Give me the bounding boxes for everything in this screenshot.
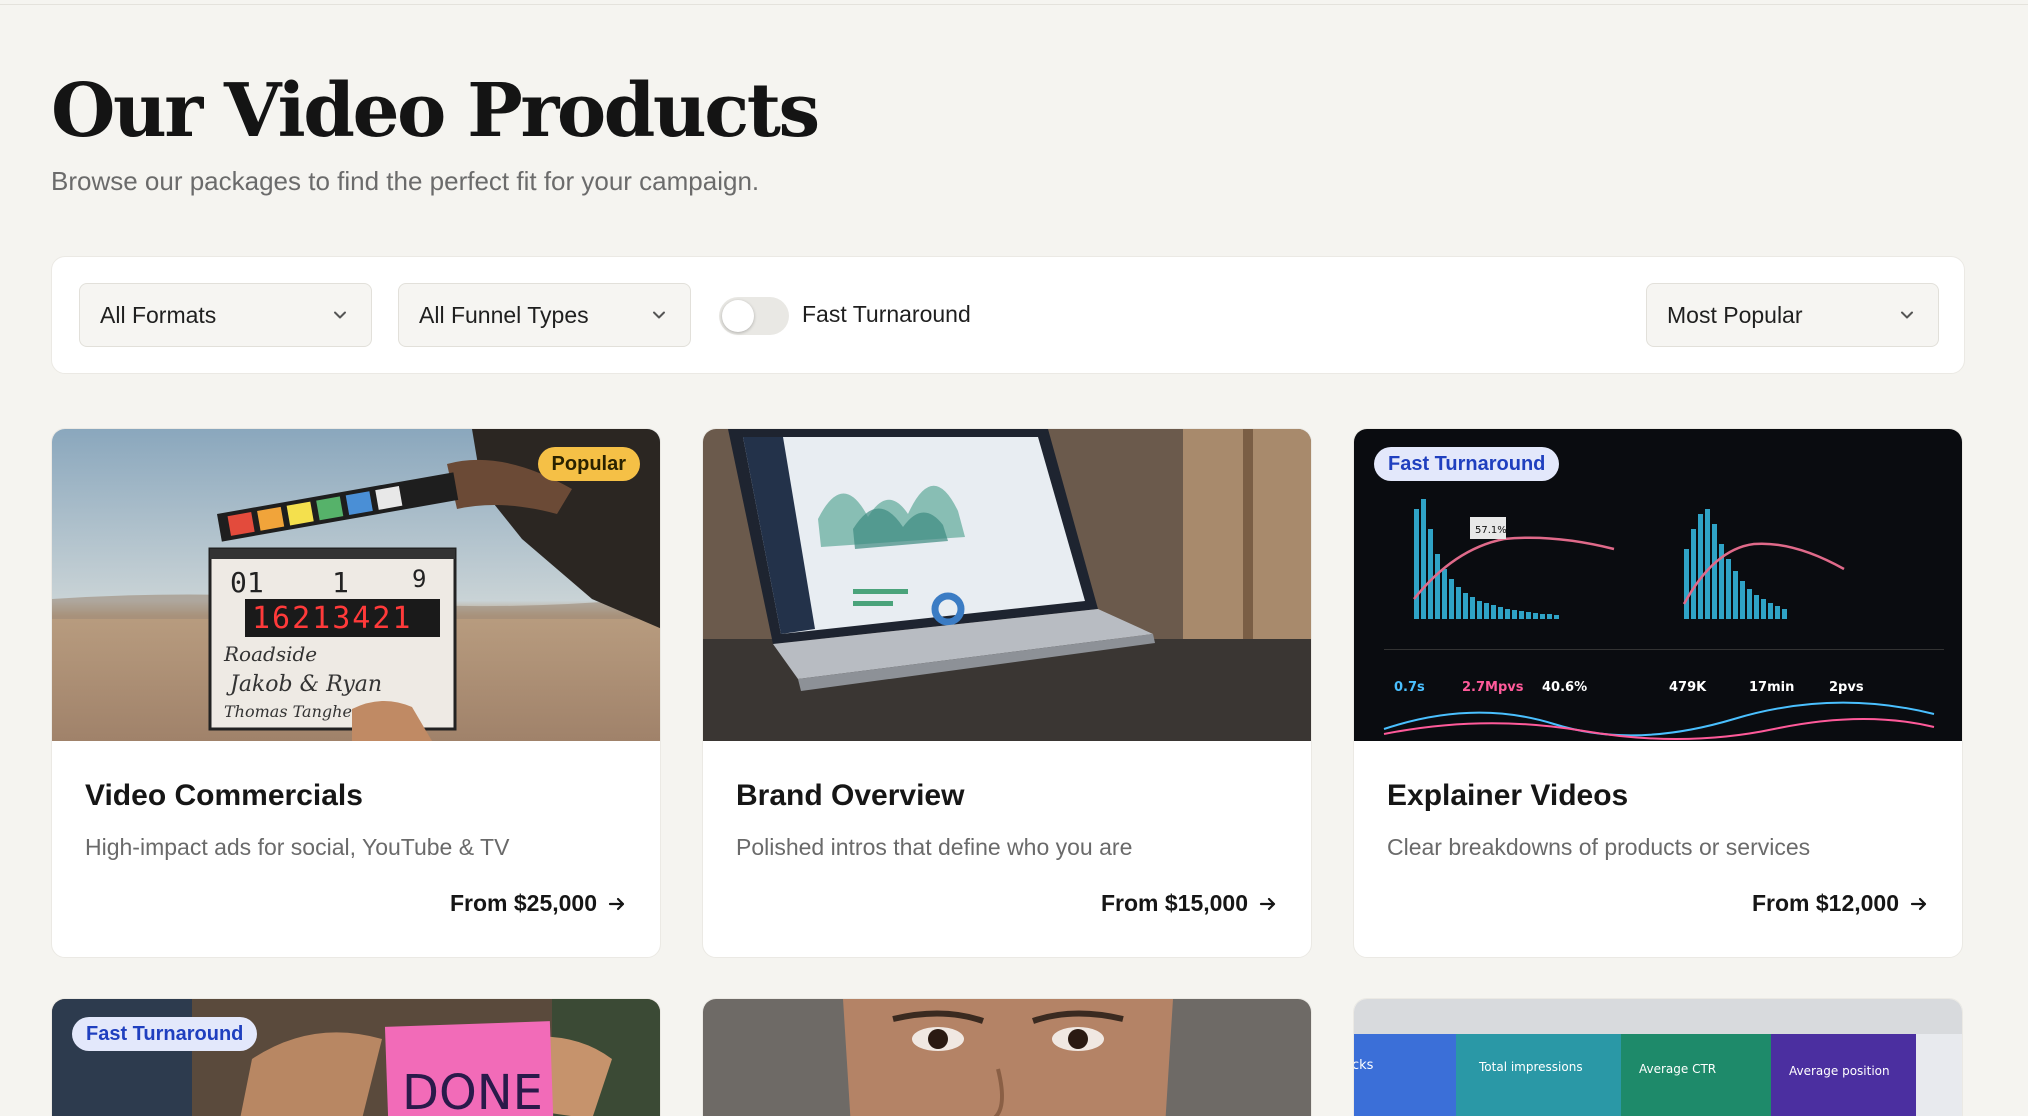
product-card-row2-2[interactable] [702,998,1312,1116]
svg-text:16213421: 16213421 [252,601,413,636]
arrow-right-icon [1910,897,1927,910]
product-title: Brand Overview [736,779,965,812]
svg-text:Average position: Average position [1789,1064,1890,1078]
svg-text:479K: 479K [1669,680,1707,695]
fast-turnaround-badge: Fast Turnaround [72,1017,258,1051]
product-card-brand-overview[interactable]: Brand Overview Polished intros that defi… [702,428,1312,958]
fast-turnaround-toggle[interactable] [719,297,789,335]
page-subtitle: Browse our packages to find the perfect … [51,166,760,196]
svg-text:40.6%: 40.6% [1542,680,1587,695]
page-title: Our Video Products [51,68,820,154]
product-description: Clear breakdowns of products or services [1387,834,1811,860]
price-label: From $25,000 [449,890,597,916]
svg-text:Total impressions: Total impressions [1478,1060,1583,1074]
product-card-video-commercials[interactable]: 01 1 9 16213421 Roadside Jakob & Ryan Th… [51,428,661,958]
product-title: Video Commercials [85,779,363,812]
price-label: From $15,000 [1100,890,1248,916]
svg-text:cks: cks [1354,1058,1374,1073]
format-select[interactable]: All Formats [79,283,372,347]
ads-metrics-photo: cks 3 Total impressions 17.6K Average CT… [1354,999,1962,1116]
price-link[interactable]: From $15,000 [1101,890,1278,917]
sort-select-value: Most Popular [1667,301,1803,328]
product-description: High-impact ads for social, YouTube & TV [85,834,510,860]
format-select-value: All Formats [100,301,217,328]
arrow-right-icon [608,897,625,910]
product-card-row2-3[interactable]: cks 3 Total impressions 17.6K Average CT… [1353,998,1963,1116]
price-link[interactable]: From $25,000 [450,890,627,917]
svg-text:2.7Mpvs: 2.7Mpvs [1462,680,1524,695]
sort-select[interactable]: Most Popular [1646,283,1939,347]
toggle-knob [722,300,754,332]
funnel-type-select-value: All Funnel Types [419,301,589,328]
svg-text:Thomas Tangher: Thomas Tangher [224,702,361,721]
svg-text:57.1%: 57.1% [1475,525,1507,536]
arrow-right-icon [1259,897,1276,910]
product-description: Polished intros that define who you are [736,834,1133,860]
product-card-row2-1[interactable]: DONE Fast Turnaround [51,998,661,1116]
svg-text:17min: 17min [1749,680,1794,695]
price-label: From $12,000 [1751,890,1899,916]
chevron-down-icon [1901,311,1913,319]
filter-bar: All Formats All Funnel Types Fast Turnar… [51,256,1965,374]
svg-text:Roadside: Roadside [223,642,317,666]
price-link[interactable]: From $12,000 [1752,890,1929,917]
fast-turnaround-label[interactable]: Fast Turnaround [802,301,971,328]
top-divider [0,0,2028,5]
product-title: Explainer Videos [1387,779,1629,812]
svg-text:9: 9 [412,565,426,593]
popular-badge: Popular [537,447,640,481]
svg-text:Average CTR: Average CTR [1639,1062,1716,1076]
funnel-type-select[interactable]: All Funnel Types [398,283,691,347]
svg-text:3: 3 [1354,1112,1371,1116]
svg-text:01: 01 [230,566,264,599]
svg-text:Jakob & Ryan: Jakob & Ryan [226,672,382,697]
svg-text:17.6K: 17.6K [1479,1111,1572,1116]
svg-text:DONE: DONE [402,1065,543,1116]
svg-text:1: 1 [332,566,349,599]
laptop-dashboard-photo [703,429,1311,741]
fast-turnaround-badge: Fast Turnaround [1374,447,1560,481]
chevron-down-icon [653,311,665,319]
svg-text:2pvs: 2pvs [1829,680,1864,695]
smiling-face-photo [703,999,1311,1116]
svg-text:0.7s: 0.7s [1394,680,1425,695]
product-card-explainer-videos[interactable]: 57.1% 0.7s 2.7Mpvs 40.6% 479K 17min 2pvs… [1353,428,1963,958]
chevron-down-icon [334,311,346,319]
